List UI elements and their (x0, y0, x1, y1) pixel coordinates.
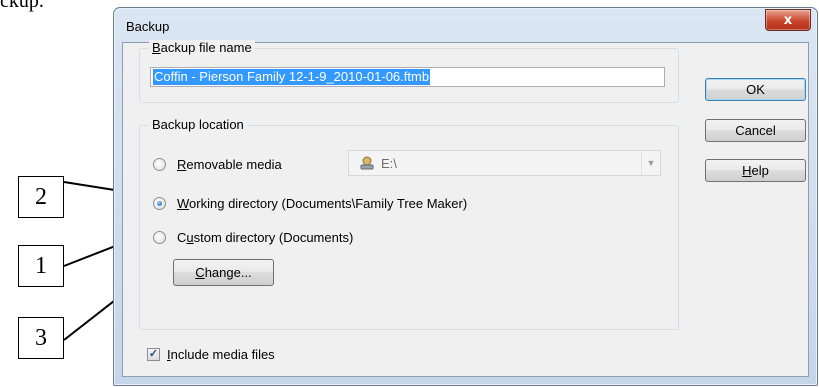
backup-location-group: Backup location Removable media E:\ ▼ Wo… (139, 117, 679, 330)
radio-button[interactable] (153, 231, 166, 244)
include-media-checkbox-row[interactable]: ✓ Include media files (147, 347, 275, 362)
radio-button[interactable] (153, 197, 166, 210)
radio-working-directory-label: Working directory (Documents\Family Tree… (177, 196, 468, 211)
radio-removable-media[interactable]: Removable media (153, 157, 282, 172)
close-icon: x (783, 12, 793, 28)
radio-button[interactable] (153, 158, 166, 171)
radio-custom-directory-label: Custom directory (Documents) (177, 230, 354, 245)
dialog-title: Backup (126, 19, 170, 34)
backup-file-name-group: Backup file name Coffin - Pierson Family… (139, 40, 679, 103)
radio-removable-media-label: Removable media (177, 157, 282, 172)
title-bar[interactable]: Backup x (114, 8, 817, 42)
backup-file-name-value: Coffin - Pierson Family 12-1-9_2010-01-0… (153, 69, 431, 85)
ok-button[interactable]: OK (705, 78, 806, 101)
checkmark-icon: ✓ (148, 348, 159, 360)
removable-drive-value: E:\ (381, 155, 397, 171)
cancel-button[interactable]: Cancel (705, 119, 806, 142)
backup-file-name-input[interactable]: Coffin - Pierson Family 12-1-9_2010-01-0… (150, 67, 665, 87)
backup-location-label: Backup location (149, 117, 247, 132)
backup-dialog: Backup x Backup file name Coffin - Piers… (113, 7, 818, 386)
radio-custom-directory[interactable]: Custom directory (Documents) (153, 230, 353, 245)
close-button[interactable]: x (765, 9, 811, 31)
removable-drive-select[interactable]: E:\ ▼ (348, 150, 661, 176)
change-button[interactable]: Change... (173, 259, 274, 286)
radio-working-directory[interactable]: Working directory (Documents\Family Tree… (153, 196, 467, 211)
include-media-label: Include media files (167, 347, 275, 362)
dialog-client-area: Backup file name Coffin - Pierson Family… (122, 40, 809, 377)
radio-selected-dot (157, 201, 162, 206)
backup-file-name-label: Backup file name (149, 40, 255, 55)
removable-drive-icon (359, 156, 375, 170)
chevron-down-icon[interactable]: ▼ (641, 151, 660, 175)
include-media-checkbox[interactable]: ✓ (147, 348, 160, 361)
help-button[interactable]: Help (705, 159, 806, 182)
